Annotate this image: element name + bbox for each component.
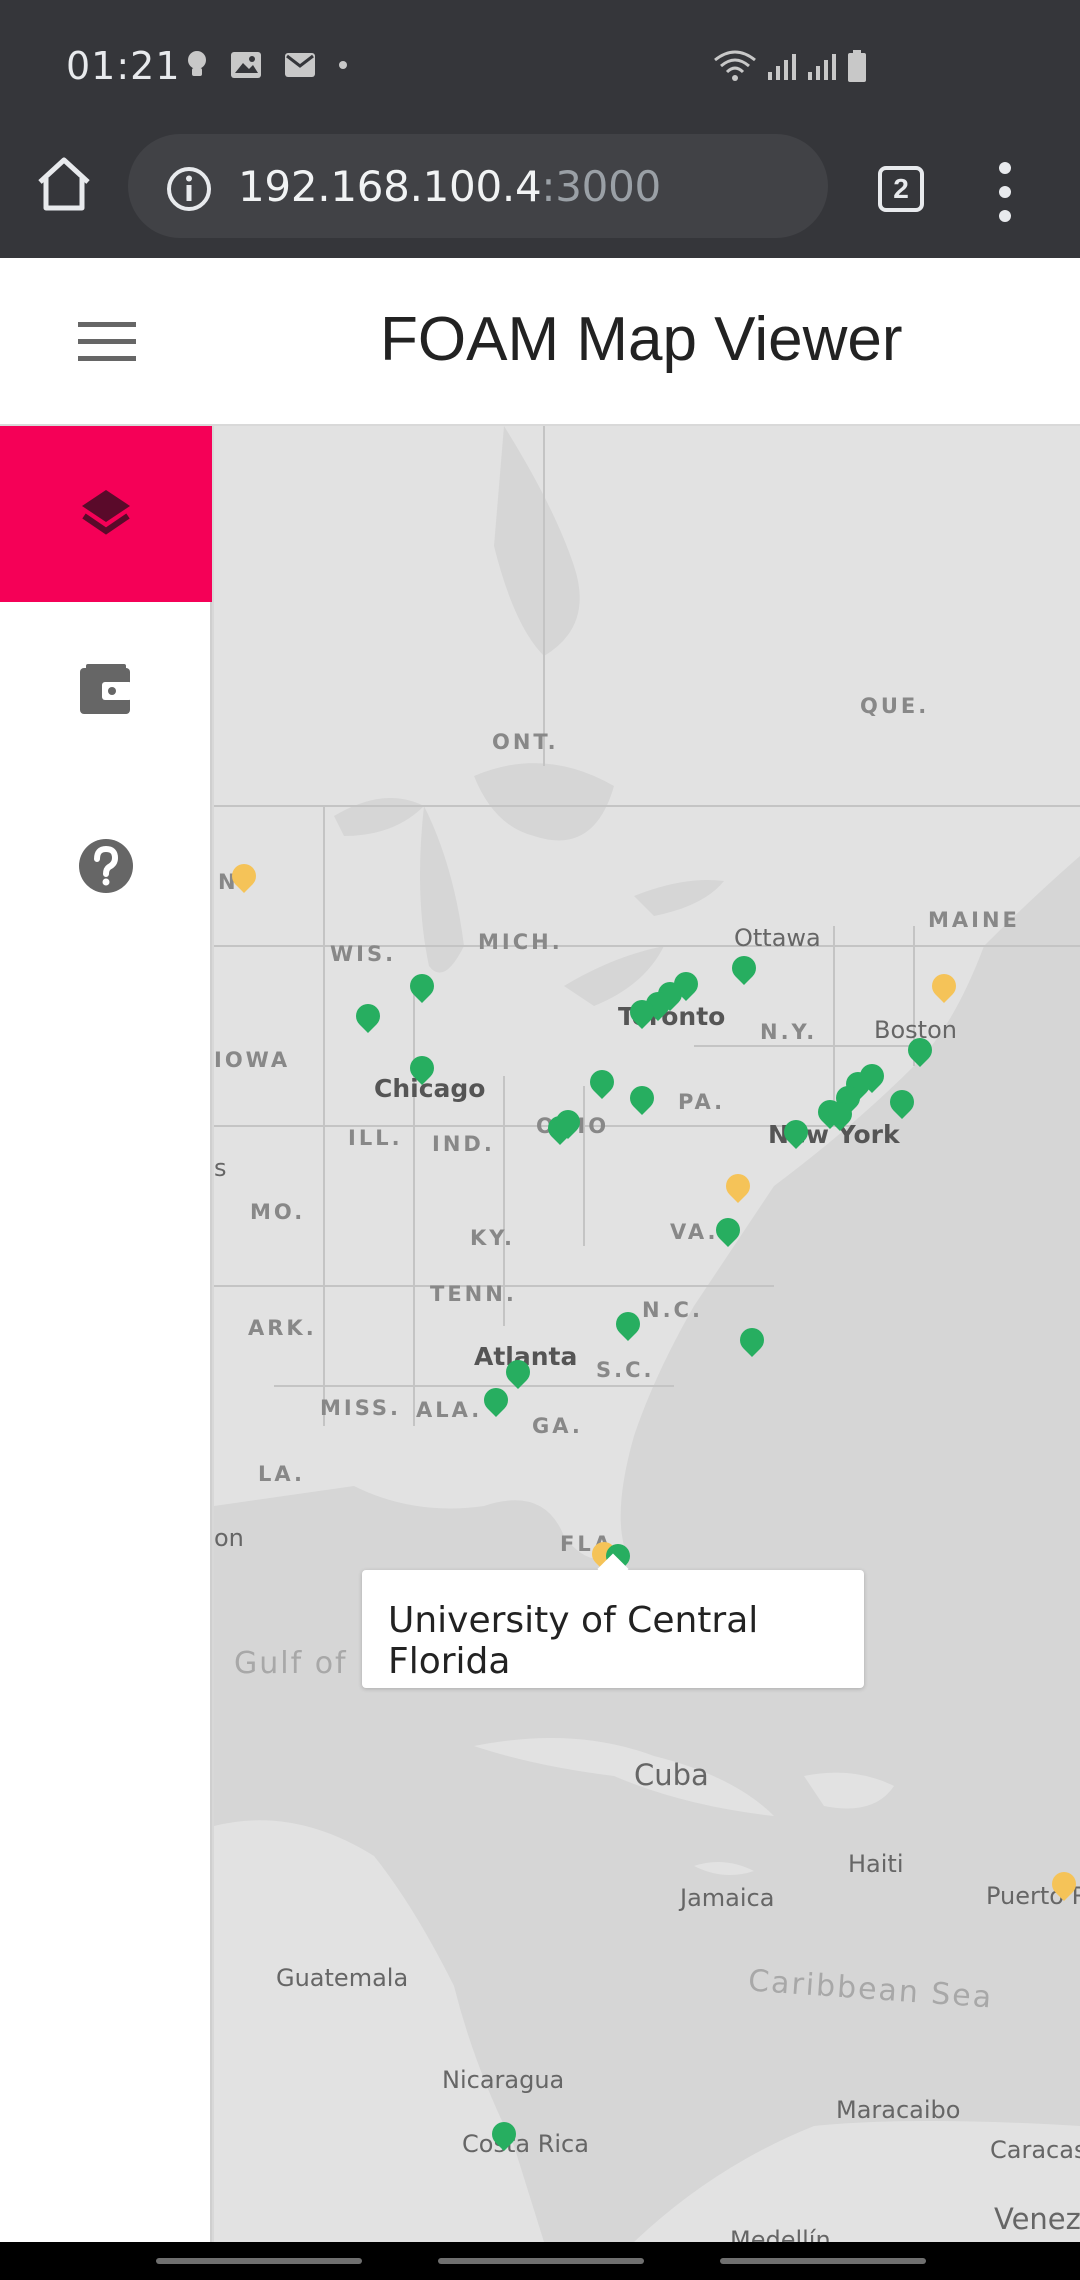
lightbulb-icon xyxy=(188,51,206,76)
map-label: Chicago xyxy=(374,1074,486,1103)
map-label: VA. xyxy=(670,1220,719,1244)
battery-icon xyxy=(848,50,866,82)
map-label: Maracaibo xyxy=(836,2096,961,2124)
map-label: GA. xyxy=(532,1414,583,1438)
rail-item-wallet[interactable] xyxy=(0,602,212,778)
map-label: ONT. xyxy=(492,730,559,754)
map-label: KY. xyxy=(470,1226,515,1250)
signal-icon-2 xyxy=(808,54,836,80)
image-icon xyxy=(231,52,261,78)
nav-back-button[interactable] xyxy=(720,2258,926,2264)
map-label: ILL. xyxy=(348,1126,403,1150)
tab-switcher-button[interactable]: 2 xyxy=(878,166,924,212)
map-label: MICH. xyxy=(478,930,563,954)
map-label: Cuba xyxy=(634,1758,709,1792)
map-label: IOWA xyxy=(214,1048,291,1072)
map-label: MISS. xyxy=(320,1396,401,1420)
map-canvas[interactable]: ONT. QUE. MAINE Ottawa Toronto N.Y. Bost… xyxy=(214,426,1080,2242)
status-time: 01:21 xyxy=(66,44,181,88)
map-label: on xyxy=(214,1524,244,1552)
info-icon[interactable] xyxy=(166,166,212,212)
map-label: LA. xyxy=(258,1462,306,1486)
url-host: 192.168.100.4 xyxy=(238,162,542,211)
status-bar: 01:21 xyxy=(0,0,1080,132)
map-label: IND. xyxy=(432,1132,495,1156)
more-vert-icon[interactable] xyxy=(990,160,1020,224)
map-label: MAINE xyxy=(928,908,1020,932)
page-title: FOAM Map Viewer xyxy=(380,305,903,374)
rail-item-help[interactable] xyxy=(0,778,212,954)
map-label: Haiti xyxy=(848,1850,904,1878)
app-header: FOAM Map Viewer xyxy=(0,258,1080,426)
map-label: Medellín xyxy=(730,2226,831,2242)
notification-icons xyxy=(186,50,348,80)
map-label: Costa Rica xyxy=(462,2130,589,2158)
map-label: S.C. xyxy=(596,1358,655,1382)
navigation-bar xyxy=(0,2242,1080,2280)
wallet-icon xyxy=(80,664,132,714)
map-label: s xyxy=(214,1154,227,1182)
signal-icon xyxy=(768,54,796,80)
rail-item-layers[interactable] xyxy=(0,426,212,602)
layers-icon xyxy=(82,490,130,535)
url-port: :3000 xyxy=(541,162,661,211)
map-label: Jamaica xyxy=(680,1884,775,1912)
home-icon[interactable] xyxy=(34,154,94,214)
browser-toolbar: 192.168.100.4:3000 2 xyxy=(0,132,1080,258)
gmail-icon xyxy=(285,53,315,77)
nav-recents-button[interactable] xyxy=(156,2258,362,2264)
url-text[interactable]: 192.168.100.4:3000 xyxy=(238,162,661,211)
map-label: Nicaragua xyxy=(442,2066,565,2094)
map-label: N.Y. xyxy=(760,1020,818,1044)
map-label: Guatemala xyxy=(276,1964,409,1992)
map-label: Gulf of xyxy=(234,1646,348,1681)
map-tooltip: University of Central Florida xyxy=(362,1553,864,1688)
map-label: Venez xyxy=(994,2202,1080,2236)
side-rail xyxy=(0,426,212,2242)
nav-home-button[interactable] xyxy=(438,2258,644,2264)
map-label: WIS. xyxy=(330,942,397,966)
wifi-icon xyxy=(714,50,756,81)
system-icons xyxy=(712,48,868,84)
map-label: MO. xyxy=(250,1200,306,1224)
menu-icon[interactable] xyxy=(78,322,136,362)
map-label: TENN. xyxy=(430,1282,517,1306)
help-icon xyxy=(79,839,133,893)
map-label: ARK. xyxy=(248,1316,317,1340)
more-notifications-dot-icon xyxy=(339,61,347,69)
map-label: N.C. xyxy=(642,1298,703,1322)
map-label: Caracas xyxy=(990,2136,1080,2164)
map-label: PA. xyxy=(678,1090,726,1114)
tooltip-text: University of Central Florida xyxy=(388,1600,759,1682)
map-label: Ottawa xyxy=(734,924,821,952)
map-label: QUE. xyxy=(860,694,930,718)
address-bar[interactable]: 192.168.100.4:3000 xyxy=(128,134,828,238)
map-label: ALA. xyxy=(416,1398,483,1422)
